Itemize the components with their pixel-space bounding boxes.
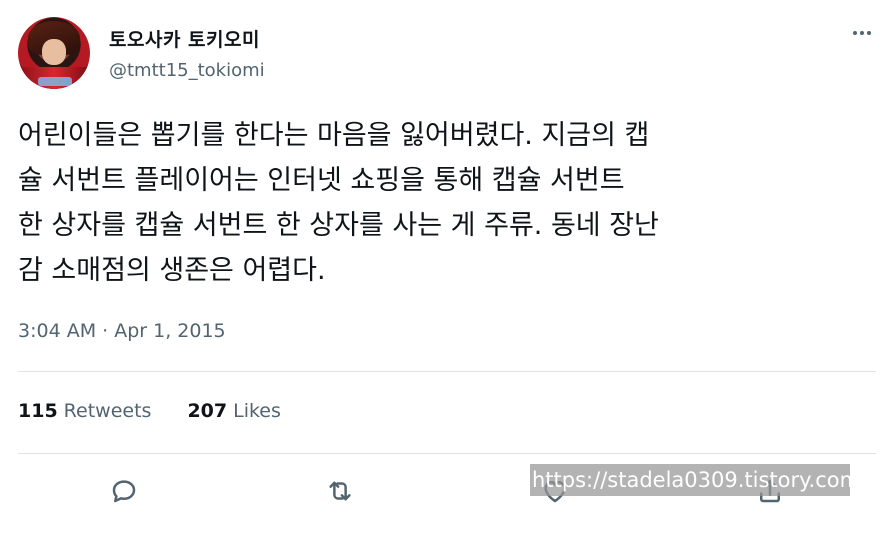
divider bbox=[18, 371, 876, 372]
retweet-button[interactable] bbox=[323, 474, 357, 508]
likes-count: 207 bbox=[187, 400, 228, 422]
user-handle[interactable]: @tmtt15_tokiomi bbox=[109, 60, 265, 81]
avatar-face bbox=[42, 39, 66, 65]
likes-stat[interactable]: 207 Likes bbox=[187, 400, 280, 422]
reply-button[interactable] bbox=[107, 474, 141, 508]
divider bbox=[18, 453, 876, 454]
tweet-stats: 115 Retweets 207 Likes bbox=[18, 400, 317, 422]
retweet-icon bbox=[329, 481, 351, 501]
more-dot bbox=[860, 31, 864, 35]
tweet-text: 어린이들은 뽑기를 한다는 마음을 잃어버렸다. 지금의 캡 슐 서번트 플레이… bbox=[18, 120, 659, 286]
watermark-url: https://stadela0309.tistory.com bbox=[530, 464, 850, 496]
display-name[interactable]: 토오사카 토키오미 bbox=[109, 25, 260, 52]
reply-icon bbox=[112, 480, 136, 503]
more-options-icon[interactable] bbox=[846, 26, 878, 40]
avatar-badge bbox=[38, 77, 72, 86]
retweets-label: Retweets bbox=[63, 400, 152, 422]
retweets-count: 115 bbox=[18, 400, 58, 422]
likes-label: Likes bbox=[233, 400, 281, 422]
retweets-stat[interactable]: 115 Retweets bbox=[18, 400, 151, 422]
more-dot bbox=[867, 31, 871, 35]
more-dot bbox=[853, 31, 857, 35]
tweet-timestamp[interactable]: 3:04 AM · Apr 1, 2015 bbox=[18, 320, 226, 342]
avatar[interactable] bbox=[18, 17, 90, 89]
